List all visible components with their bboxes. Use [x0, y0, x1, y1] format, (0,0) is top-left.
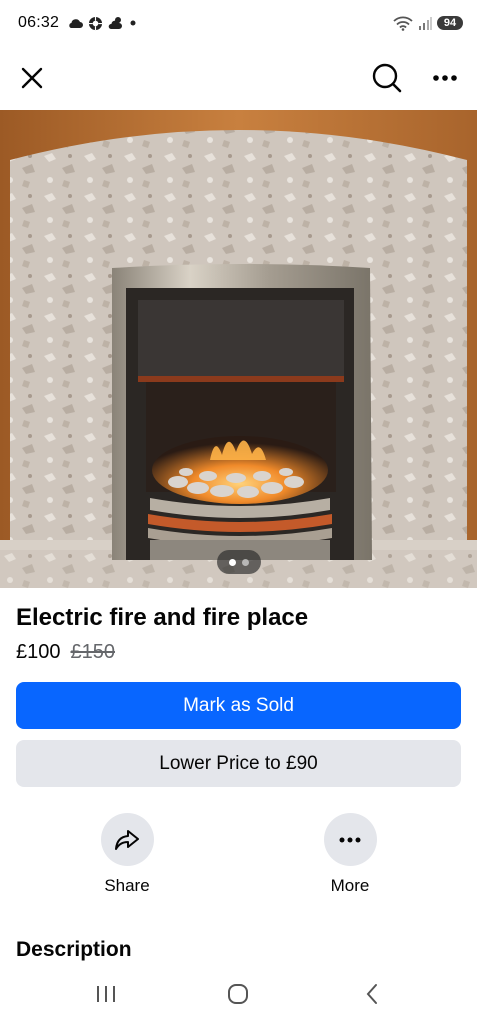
weather-icon — [108, 17, 123, 29]
mark-as-sold-button[interactable]: Mark as Sold — [16, 682, 461, 729]
search-icon — [372, 63, 402, 93]
current-price: £100 — [16, 641, 61, 663]
share-button[interactable] — [100, 813, 154, 866]
back-icon — [366, 984, 377, 1004]
more-label: More — [330, 876, 370, 895]
system-nav-bar — [0, 964, 477, 1024]
close-icon — [21, 67, 43, 89]
status-icons-left — [67, 16, 137, 31]
listing-photo[interactable] — [0, 110, 477, 588]
wifi-icon — [393, 16, 413, 31]
listing-title: Electric fire and fire place — [16, 604, 309, 631]
search-button[interactable] — [366, 57, 408, 99]
original-price: £150 — [70, 641, 116, 663]
status-icons-right: 94 — [393, 16, 463, 31]
aperture-icon — [88, 16, 103, 30]
close-button[interactable] — [12, 58, 52, 98]
share-icon — [115, 829, 139, 850]
home-button[interactable] — [218, 980, 258, 1008]
more-options-button[interactable] — [425, 58, 465, 98]
lower-price-button[interactable]: Lower Price to £90 — [16, 740, 461, 787]
cloud-icon — [69, 19, 84, 28]
more-action[interactable]: More — [295, 813, 405, 896]
share-action[interactable]: Share — [72, 813, 182, 896]
share-label: Share — [104, 876, 150, 895]
pager-dot — [242, 558, 249, 566]
status-bar: 06:32 94 — [0, 0, 477, 46]
more-dots-icon — [339, 837, 361, 842]
description-heading: Description — [16, 938, 132, 961]
pager-dot-active — [229, 558, 236, 566]
price-row: £100 £150 — [16, 641, 115, 664]
home-icon — [228, 984, 248, 1004]
more-icon — [433, 75, 457, 81]
recents-icon — [97, 986, 115, 1002]
status-time: 06:32 — [18, 14, 60, 31]
fireplace-image — [0, 110, 477, 588]
back-button[interactable] — [352, 980, 392, 1008]
battery-icon: 94 — [437, 16, 463, 30]
image-pager[interactable] — [217, 550, 261, 574]
recents-button[interactable] — [86, 980, 126, 1008]
dot-icon — [130, 20, 136, 26]
more-button[interactable] — [323, 813, 377, 866]
signal-icon — [419, 17, 432, 30]
top-bar — [0, 46, 477, 110]
